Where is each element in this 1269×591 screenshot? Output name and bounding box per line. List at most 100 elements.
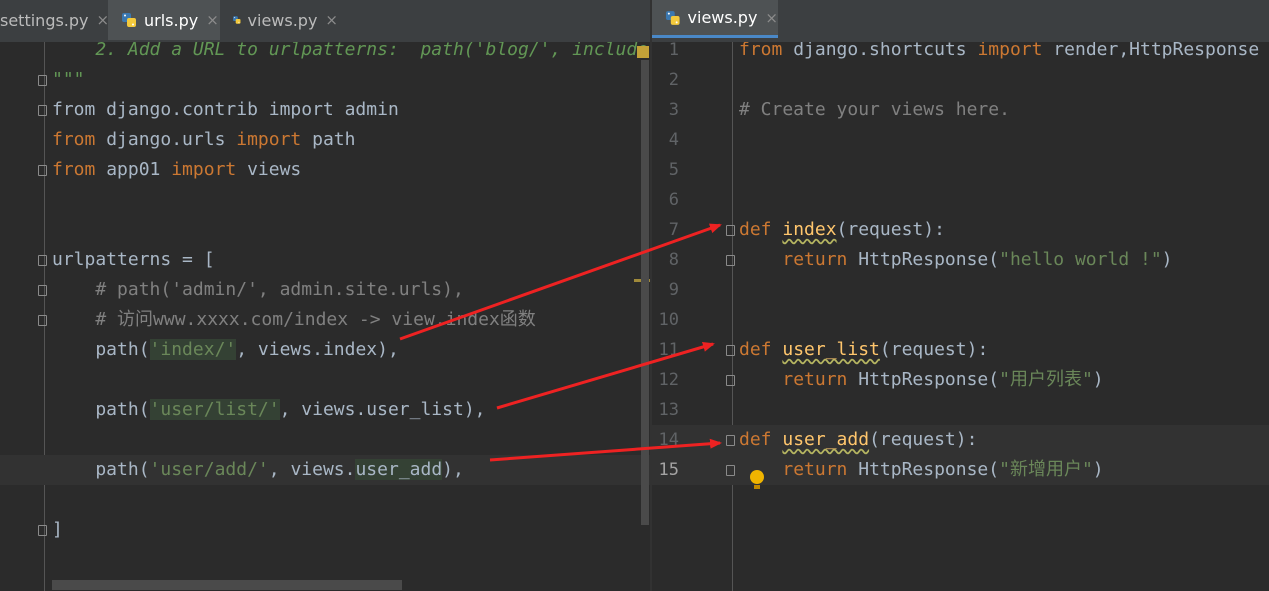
line-number: 5 [668, 160, 679, 180]
code-token: (request): [869, 429, 978, 450]
code-text: urlpatterns = [ [52, 245, 215, 275]
code-token: user_add [355, 459, 443, 480]
fold-marker-icon[interactable] [38, 525, 47, 536]
code-text: return HttpResponse("hello world !") [739, 245, 1172, 275]
line-number: 9 [668, 280, 679, 300]
code-line[interactable]: 2 [652, 65, 1269, 95]
code-line[interactable]: 11 def user_list(request): [652, 335, 1269, 365]
line-number: 13 [658, 400, 679, 420]
code-token: (request): [879, 339, 989, 360]
code-line[interactable]: 12 return HttpResponse("用户列表") [652, 365, 1269, 395]
code-text: def user_add(request): [739, 425, 977, 455]
tab-views-py[interactable]: views.py × [220, 0, 338, 40]
warning-marker[interactable] [637, 46, 649, 58]
code-line[interactable]: 13 [652, 395, 1269, 425]
tab-urls-py[interactable]: urls.py × [108, 0, 220, 40]
code-line[interactable]: # path('admin/', admin.site.urls), [0, 275, 650, 305]
tab-views-py[interactable]: views.py × [652, 0, 778, 38]
code-token: path( [52, 339, 150, 360]
code-line[interactable]: path('user/add/', views.user_add), [0, 455, 650, 485]
code-token: return [782, 459, 848, 480]
code-line[interactable]: 3 # Create your views here. [652, 95, 1269, 125]
code-line[interactable]: 9 [652, 275, 1269, 305]
code-token: from [52, 129, 96, 150]
code-token: (request): [836, 219, 945, 240]
code-line[interactable] [0, 215, 650, 245]
code-line[interactable]: from django.urls import path [0, 125, 650, 155]
code-token: # Create your views here. [739, 99, 1010, 120]
line-number: 4 [668, 130, 679, 150]
code-line[interactable]: 7 def index(request): [652, 215, 1269, 245]
fold-marker-icon[interactable] [726, 375, 735, 386]
code-text: from django.contrib import admin [52, 95, 399, 125]
code-token: from [52, 159, 96, 180]
code-line[interactable]: 6 [652, 185, 1269, 215]
code-line[interactable]: 1 from django.shortcuts import render,Htt… [652, 42, 1269, 65]
code-token: from django.contrib import admin [52, 99, 399, 120]
code-line[interactable]: 5 [652, 155, 1269, 185]
fold-marker-icon[interactable] [726, 465, 735, 476]
code-token: return [782, 369, 848, 390]
tab-settings-py[interactable]: settings.py × [0, 0, 109, 40]
code-line[interactable]: path('index/', views.index), [0, 335, 650, 365]
code-line[interactable] [0, 485, 650, 515]
line-number: 10 [658, 310, 679, 330]
fold-marker-icon[interactable] [38, 315, 47, 326]
code-token: def [739, 429, 772, 450]
code-token: ) [1092, 459, 1104, 480]
code-token: HttpResponse( [847, 459, 1000, 480]
code-line[interactable]: 8 return HttpResponse("hello world !") [652, 245, 1269, 275]
code-line[interactable]: path('user/list/', views.user_list), [0, 395, 650, 425]
line-number: 14 [658, 430, 679, 450]
code-line[interactable]: 14 def user_add(request): [652, 425, 1269, 455]
line-number: 11 [658, 340, 679, 360]
code-token: user_list [782, 339, 880, 360]
code-line[interactable]: urlpatterns = [ [0, 245, 650, 275]
code-token: import [171, 159, 237, 180]
line-number: 2 [668, 70, 679, 90]
code-text: # path('admin/', admin.site.urls), [52, 275, 463, 305]
fold-marker-icon[interactable] [38, 255, 47, 266]
code-text: from app01 import views [52, 155, 301, 185]
code-token: app01 [95, 159, 172, 180]
tab-label: urls.py [144, 10, 199, 30]
fold-marker-icon[interactable] [38, 105, 47, 116]
code-line[interactable] [0, 185, 650, 215]
code-line[interactable]: 15 return HttpResponse("新增用户") [652, 455, 1269, 489]
code-token: HttpResponse( [847, 249, 1000, 270]
fold-marker-icon[interactable] [726, 345, 735, 356]
urls-editor[interactable]: 2. Add a URL to urlpatterns: path('blog/… [0, 42, 650, 591]
close-icon[interactable]: × [325, 11, 338, 29]
close-icon[interactable]: × [206, 11, 219, 29]
code-token: """ [52, 69, 85, 90]
fold-marker-icon[interactable] [38, 75, 47, 86]
code-line[interactable]: 4 [652, 125, 1269, 155]
code-line[interactable]: """ [0, 65, 650, 95]
code-line[interactable] [0, 365, 650, 395]
fold-marker-icon[interactable] [38, 285, 47, 296]
code-text: from django.shortcuts import render,Http… [739, 42, 1259, 65]
code-line[interactable]: # 访问www.xxxx.com/index -> view.index函数 [0, 305, 650, 335]
fold-marker-icon[interactable] [726, 435, 735, 446]
code-line[interactable]: from app01 import views [0, 155, 650, 185]
code-line[interactable]: 10 [652, 305, 1269, 335]
code-token: from [739, 42, 783, 60]
code-line[interactable] [0, 425, 650, 455]
tab-label: settings.py [0, 10, 89, 30]
close-icon[interactable]: × [765, 9, 778, 27]
vertical-scrollbar[interactable] [641, 60, 649, 525]
line-number: 7 [668, 220, 679, 240]
views-editor[interactable]: 1 from django.shortcuts import render,Htt… [652, 42, 1269, 591]
fold-marker-icon[interactable] [726, 255, 735, 266]
code-token: HttpResponse( [847, 369, 1000, 390]
fold-marker-icon[interactable] [38, 165, 47, 176]
code-line[interactable]: ] [0, 515, 650, 545]
horizontal-scrollbar[interactable] [52, 580, 402, 590]
fold-marker-icon[interactable] [726, 225, 735, 236]
code-line[interactable]: from django.contrib import admin [0, 95, 650, 125]
code-line[interactable]: 2. Add a URL to urlpatterns: path('blog/… [0, 42, 650, 65]
python-file-icon [665, 10, 680, 25]
